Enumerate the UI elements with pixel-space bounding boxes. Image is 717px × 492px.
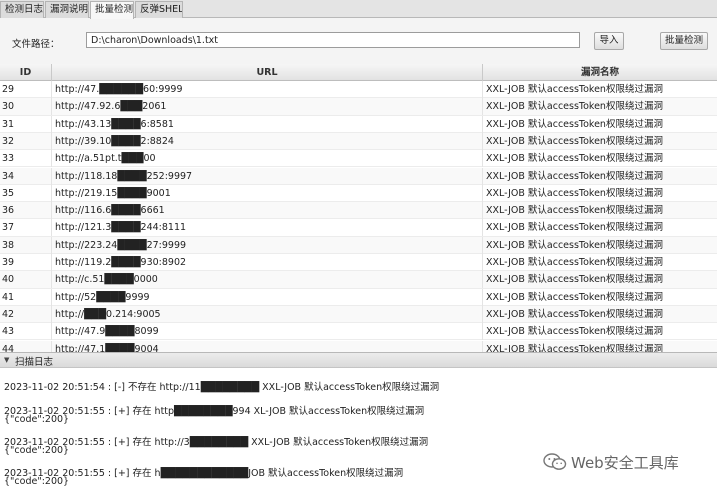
cell-id: 37 (0, 219, 52, 237)
cell-id: 44 (0, 340, 52, 352)
cell-url: http://119.2████930:8902 (52, 254, 483, 271)
cell-url: http://219.15████9001 (52, 184, 483, 202)
cell-id: 36 (0, 202, 52, 220)
column-header-id[interactable]: ID (0, 64, 52, 81)
cell-id: 29 (0, 81, 52, 98)
log-line: {"code":200} (4, 414, 70, 425)
cell-url: http://223.24████27:9999 (52, 236, 483, 254)
cell-vuln-name: XXL-JOB 默认accessToken权限绕过漏洞 (486, 308, 663, 320)
cell-url: http://a.51pt.t███00 (52, 150, 483, 168)
cell-id: 35 (0, 184, 52, 202)
tab-reverse-shell[interactable]: 反弹SHELL (135, 1, 183, 18)
cell-vuln-name: XXL-JOB 默认accessToken权限绕过漏洞 (486, 170, 663, 182)
cell-vuln-name: XXL-JOB 默认accessToken权限绕过漏洞 (486, 257, 663, 268)
cell-vuln-name: XXL-JOB 默认accessToken权限绕过漏洞 (486, 274, 663, 286)
batch-detect-button[interactable]: 批量检测 (660, 32, 708, 50)
table-row[interactable]: 40 http://c.51████0000 XXL-JOB 默认accessTok… (0, 271, 717, 289)
log-line: {"code":200} (4, 476, 70, 487)
cell-id: 41 (0, 288, 52, 306)
cell-vuln-name: XXL-JOB 默认accessToken权限绕过漏洞 (486, 135, 663, 147)
cell-vuln-name: XXL-JOB 默认accessToken权限绕过漏洞 (486, 326, 663, 338)
log-line: {"code":200} (4, 445, 70, 456)
tab-bar: 检测日志 漏洞说明 批量检测 反弹SHELL (0, 0, 717, 19)
scan-log-title: 扫描日志 (15, 357, 54, 368)
log-line: 2023-11-02 20:51:54 : [-] 不存在 http://11█… (4, 382, 440, 393)
cell-url: http://43.13████6:8581 (52, 115, 483, 133)
cell-url: http://███0.214:9005 (52, 305, 483, 323)
cell-url: http://47.██████60:9999 (52, 81, 483, 98)
cell-url: http://47.1████9004 (52, 340, 483, 352)
cell-vuln-name: XXL-JOB 默认accessToken权限绕过漏洞 (486, 101, 663, 113)
cell-url: http://118.18████252:9997 (52, 167, 483, 185)
cell-id: 38 (0, 236, 52, 254)
cell-id: 34 (0, 167, 52, 185)
column-header-url[interactable]: URL (52, 64, 483, 81)
cell-url: http://c.51████0000 (52, 271, 483, 289)
cell-vuln-name: XXL-JOB 默认accessToken权限绕过漏洞 (486, 291, 663, 303)
cell-vuln-name: XXL-JOB 默认accessToken权限绕过漏洞 (486, 153, 663, 165)
table-row[interactable]: 42 http://███0.214:9005 XXL-JOB 默认accessTo… (0, 305, 717, 324)
table-row[interactable]: 34 http://118.18████252:9997 XXL-JOB 默认acc… (0, 167, 717, 185)
cell-vuln-name: XXL-JOB 默认accessToken权限绕过漏洞 (486, 205, 663, 217)
table-row[interactable]: 35 http://219.15████9001 XXL-JOB 默认accessT… (0, 184, 717, 203)
column-header-vuln-name[interactable]: 漏洞名称 (483, 64, 717, 81)
table-row[interactable]: 30 http://47.92.6███2061 XXL-JOB 默认accessT… (0, 98, 717, 116)
table-row[interactable]: 43 http://47.9████8099 XXL-JOB 默认accessTok… (0, 323, 717, 341)
collapse-triangle-icon[interactable]: ▼ (4, 356, 9, 364)
table-row[interactable]: 36 http://116.6████6661 XXL-JOB 默认accessTo… (0, 202, 717, 220)
cell-vuln-name: XXL-JOB 默认accessToken权限绕过漏洞 (486, 84, 663, 95)
scan-log-panel[interactable]: 2023-11-02 20:51:54 : [-] 不存在 http://11█… (0, 368, 717, 492)
cell-id: 32 (0, 132, 52, 150)
scan-log-header[interactable]: ▼ 扫描日志 (0, 352, 717, 368)
cell-url: http://47.9████8099 (52, 323, 483, 341)
cell-id: 42 (0, 305, 52, 323)
cell-id: 40 (0, 271, 52, 289)
table-row[interactable]: 39 http://119.2████930:8902 XXL-JOB 默认acce… (0, 254, 717, 272)
table-row[interactable]: 31 http://43.13████6:8581 XXL-JOB 默认access… (0, 115, 717, 133)
table-row[interactable]: 37 http://121.3████244:8111 XXL-JOB 默认acce… (0, 219, 717, 237)
table-row[interactable]: 41 http://52████9999 XXL-JOB 默认accessToken… (0, 288, 717, 306)
watermark-text: Web安全工具库 (571, 454, 679, 472)
tab-detect-log[interactable]: 检测日志 (0, 1, 44, 18)
cell-vuln-name: XXL-JOB 默认accessToken权限绕过漏洞 (486, 222, 663, 234)
results-table: ID URL 漏洞名称 29 http://47.██████60:9999 XXL… (0, 64, 717, 352)
cell-vuln-name: XXL-JOB 默认accessToken权限绕过漏洞 (486, 343, 663, 353)
file-path-input[interactable] (86, 32, 580, 48)
table-row[interactable]: 38 http://223.24████27:9999 XXL-JOB 默认acce… (0, 236, 717, 254)
table-row[interactable]: 32 http://39.10████2:8824 XXL-JOB 默认access… (0, 132, 717, 151)
table-header: ID URL 漏洞名称 (0, 64, 717, 81)
cell-id: 43 (0, 323, 52, 341)
wechat-icon (543, 453, 567, 470)
cell-url: http://52████9999 (52, 288, 483, 306)
table-row[interactable]: 33 http://a.51pt.t███00 XXL-JOB 默认accessTo… (0, 150, 717, 168)
file-path-label: 文件路径： (12, 39, 60, 50)
table-row[interactable]: 29 http://47.██████60:9999 XXL-JOB 默认acces… (0, 81, 717, 99)
cell-url: http://116.6████6661 (52, 202, 483, 220)
cell-vuln-name: XXL-JOB 默认accessToken权限绕过漏洞 (486, 239, 663, 251)
cell-id: 39 (0, 254, 52, 271)
cell-id: 33 (0, 150, 52, 168)
cell-url: http://121.3████244:8111 (52, 219, 483, 237)
cell-vuln-name: XXL-JOB 默认accessToken权限绕过漏洞 (486, 187, 663, 199)
cell-url: http://47.92.6███2061 (52, 98, 483, 116)
table-row[interactable]: 44 http://47.1████9004 XXL-JOB 默认accessTok… (0, 340, 717, 353)
import-button[interactable]: 导入 (594, 32, 624, 50)
cell-id: 30 (0, 98, 52, 116)
cell-vuln-name: XXL-JOB 默认accessToken权限绕过漏洞 (486, 118, 663, 130)
cell-url: http://39.10████2:8824 (52, 132, 483, 150)
tab-vuln-info[interactable]: 漏洞说明 (45, 1, 89, 18)
cell-id: 31 (0, 115, 52, 133)
tab-batch-detect[interactable]: 批量检测 (90, 1, 134, 19)
